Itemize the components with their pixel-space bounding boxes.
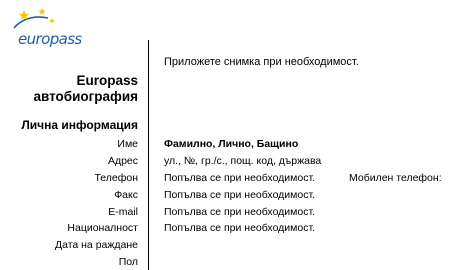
europass-wordmark: europass [18, 30, 82, 48]
label-mobile-phone: Мобилен телефон: [349, 172, 442, 184]
value-name: Фамилно, Лично, Бащино [164, 138, 299, 150]
label-nationality: Националност [67, 222, 138, 234]
value-nationality: Попълва се при необходимост. [164, 222, 316, 234]
title-line-1: Europass [76, 73, 138, 88]
title-line-2: автобиография [33, 89, 138, 104]
label-gender: Пол [118, 256, 138, 268]
value-phone: Попълва се при необходимост. [164, 172, 316, 184]
value-address: ул., №, гр./с., пощ. код, държава [164, 155, 322, 167]
value-fax: Попълва се при необходимост. [164, 189, 316, 201]
section-heading-personal-info: Лична информация [21, 118, 138, 132]
label-phone: Телефон [94, 172, 138, 184]
label-address: Адрес [107, 155, 138, 167]
label-email: E-mail [108, 206, 138, 218]
europass-logo: europass [8, 6, 82, 50]
label-name: Име [117, 138, 138, 150]
photo-note: Приложете снимка при необходимост. [164, 56, 359, 68]
label-birth-date: Дата на раждане [54, 239, 138, 251]
column-divider [148, 40, 149, 270]
label-fax: Факс [114, 189, 138, 201]
value-email: Попълва се при необходимост. [164, 206, 316, 218]
document-title: Europass автобиография [33, 73, 138, 105]
